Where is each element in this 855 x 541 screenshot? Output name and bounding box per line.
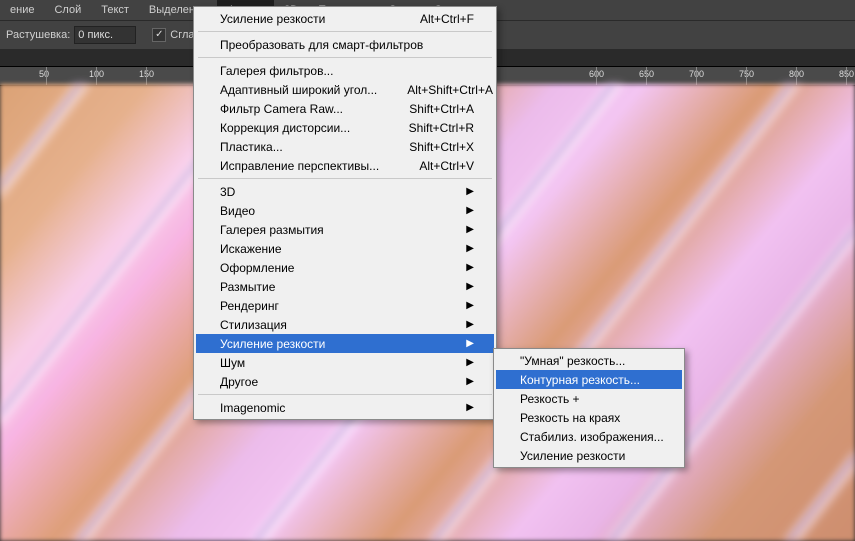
submenu-arrow-icon: ▶: [466, 376, 474, 387]
menu-row[interactable]: Видео ▶: [196, 201, 494, 220]
menu-row-label: Фильтр Camera Raw...: [220, 102, 343, 116]
submenu-arrow-icon: ▶: [466, 357, 474, 368]
submenu-row[interactable]: Контурная резкость...: [496, 370, 682, 389]
menu-row[interactable]: Адаптивный широкий угол... Alt+Shift+Ctrl…: [196, 80, 494, 99]
ruler-tick: [796, 67, 797, 85]
submenu-row[interactable]: "Умная" резкость...: [496, 351, 682, 370]
submenu-arrow-icon: ▶: [466, 338, 474, 349]
feather-label: Растушевка:: [6, 29, 70, 41]
submenu-row-label: Усиление резкости: [520, 449, 625, 463]
submenu-arrow-icon: ▶: [466, 281, 474, 292]
menu-item[interactable]: Слой: [44, 0, 91, 20]
filter-menu: Усиление резкости Alt+Ctrl+F Преобразовать…: [193, 6, 497, 420]
menu-row[interactable]: Размытие ▶: [196, 277, 494, 296]
menu-separator: [198, 394, 492, 395]
menu-row-label: Видео: [220, 204, 255, 218]
menu-row-label: Стилизация: [220, 318, 287, 332]
ruler-tick: [96, 67, 97, 85]
menu-separator: [198, 178, 492, 179]
menu-row[interactable]: Пластика... Shift+Ctrl+X: [196, 137, 494, 156]
menu-row-label: Рендеринг: [220, 299, 279, 313]
menu-row[interactable]: Усиление резкости ▶: [196, 334, 494, 353]
submenu-arrow-icon: ▶: [466, 243, 474, 254]
sharpen-submenu: "Умная" резкость... Контурная резкость...…: [493, 348, 685, 468]
submenu-row[interactable]: Резкость на краях: [496, 408, 682, 427]
submenu-arrow-icon: ▶: [466, 186, 474, 197]
ruler-tick: [746, 67, 747, 85]
menu-row-label: Адаптивный широкий угол...: [220, 83, 377, 97]
menu-separator: [198, 31, 492, 32]
submenu-row-label: Резкость на краях: [520, 411, 620, 425]
menu-row-label: Галерея размытия: [220, 223, 324, 237]
menu-row[interactable]: Оформление ▶: [196, 258, 494, 277]
menu-row[interactable]: Стилизация ▶: [196, 315, 494, 334]
menu-separator: [198, 57, 492, 58]
menu-row[interactable]: Усиление резкости Alt+Ctrl+F: [196, 9, 494, 28]
submenu-arrow-icon: ▶: [466, 205, 474, 216]
menu-row[interactable]: Искажение ▶: [196, 239, 494, 258]
submenu-row-label: "Умная" резкость...: [520, 354, 625, 368]
ruler-tick: [46, 67, 47, 85]
menu-row-label: Искажение: [220, 242, 282, 256]
menu-row-label: Шум: [220, 356, 245, 370]
menu-row-label: Imagenomic: [220, 401, 285, 415]
menu-row-label: Коррекция дисторсии...: [220, 121, 350, 135]
submenu-row-label: Стабилиз. изображения...: [520, 430, 664, 444]
menu-row[interactable]: Шум ▶: [196, 353, 494, 372]
menu-row-label: Пластика...: [220, 140, 283, 154]
ruler-tick: [146, 67, 147, 85]
menu-row-label: Оформление: [220, 261, 294, 275]
menu-row[interactable]: 3D ▶: [196, 182, 494, 201]
submenu-arrow-icon: ▶: [466, 262, 474, 273]
menu-row[interactable]: Исправление перспективы... Alt+Ctrl+V: [196, 156, 494, 175]
menu-row-label: Размытие: [220, 280, 275, 294]
menu-row[interactable]: Рендеринг ▶: [196, 296, 494, 315]
menu-shortcut: Alt+Ctrl+V: [419, 159, 474, 173]
menu-shortcut: Shift+Ctrl+A: [409, 102, 474, 116]
submenu-arrow-icon: ▶: [466, 224, 474, 235]
submenu-row[interactable]: Усиление резкости: [496, 446, 682, 465]
antialias-checkbox[interactable]: ✓: [152, 28, 166, 42]
menu-row-label: Галерея фильтров...: [220, 64, 333, 78]
menu-item[interactable]: Текст: [91, 0, 139, 20]
ruler-tick: [696, 67, 697, 85]
menu-shortcut: Alt+Ctrl+F: [420, 12, 474, 26]
submenu-row[interactable]: Стабилиз. изображения...: [496, 427, 682, 446]
feather-input[interactable]: [74, 26, 136, 44]
ruler-tick: [646, 67, 647, 85]
submenu-arrow-icon: ▶: [466, 319, 474, 330]
menu-shortcut: Alt+Shift+Ctrl+A: [407, 83, 493, 97]
menu-shortcut: Shift+Ctrl+R: [409, 121, 474, 135]
menu-row[interactable]: Галерея размытия ▶: [196, 220, 494, 239]
menu-row[interactable]: Другое ▶: [196, 372, 494, 391]
menu-row[interactable]: Преобразовать для смарт-фильтров: [196, 35, 494, 54]
menu-row[interactable]: Галерея фильтров...: [196, 61, 494, 80]
menu-row-label: Другое: [220, 375, 258, 389]
submenu-row-label: Резкость +: [520, 392, 580, 406]
menu-row[interactable]: Imagenomic ▶: [196, 398, 494, 417]
submenu-arrow-icon: ▶: [466, 300, 474, 311]
menu-row-label: Преобразовать для смарт-фильтров: [220, 38, 423, 52]
submenu-row-label: Контурная резкость...: [520, 373, 640, 387]
submenu-row[interactable]: Резкость +: [496, 389, 682, 408]
submenu-arrow-icon: ▶: [466, 402, 474, 413]
menu-row-label: Усиление резкости: [220, 12, 325, 26]
menu-row-label: Усиление резкости: [220, 337, 325, 351]
menu-shortcut: Shift+Ctrl+X: [409, 140, 474, 154]
menu-row[interactable]: Фильтр Camera Raw... Shift+Ctrl+A: [196, 99, 494, 118]
ruler-tick: [596, 67, 597, 85]
menu-item[interactable]: ение: [0, 0, 44, 20]
ruler-tick: [846, 67, 847, 85]
ruler-label: 50: [39, 69, 49, 79]
menu-row-label: 3D: [220, 185, 235, 199]
menu-row[interactable]: Коррекция дисторсии... Shift+Ctrl+R: [196, 118, 494, 137]
menu-row-label: Исправление перспективы...: [220, 159, 379, 173]
